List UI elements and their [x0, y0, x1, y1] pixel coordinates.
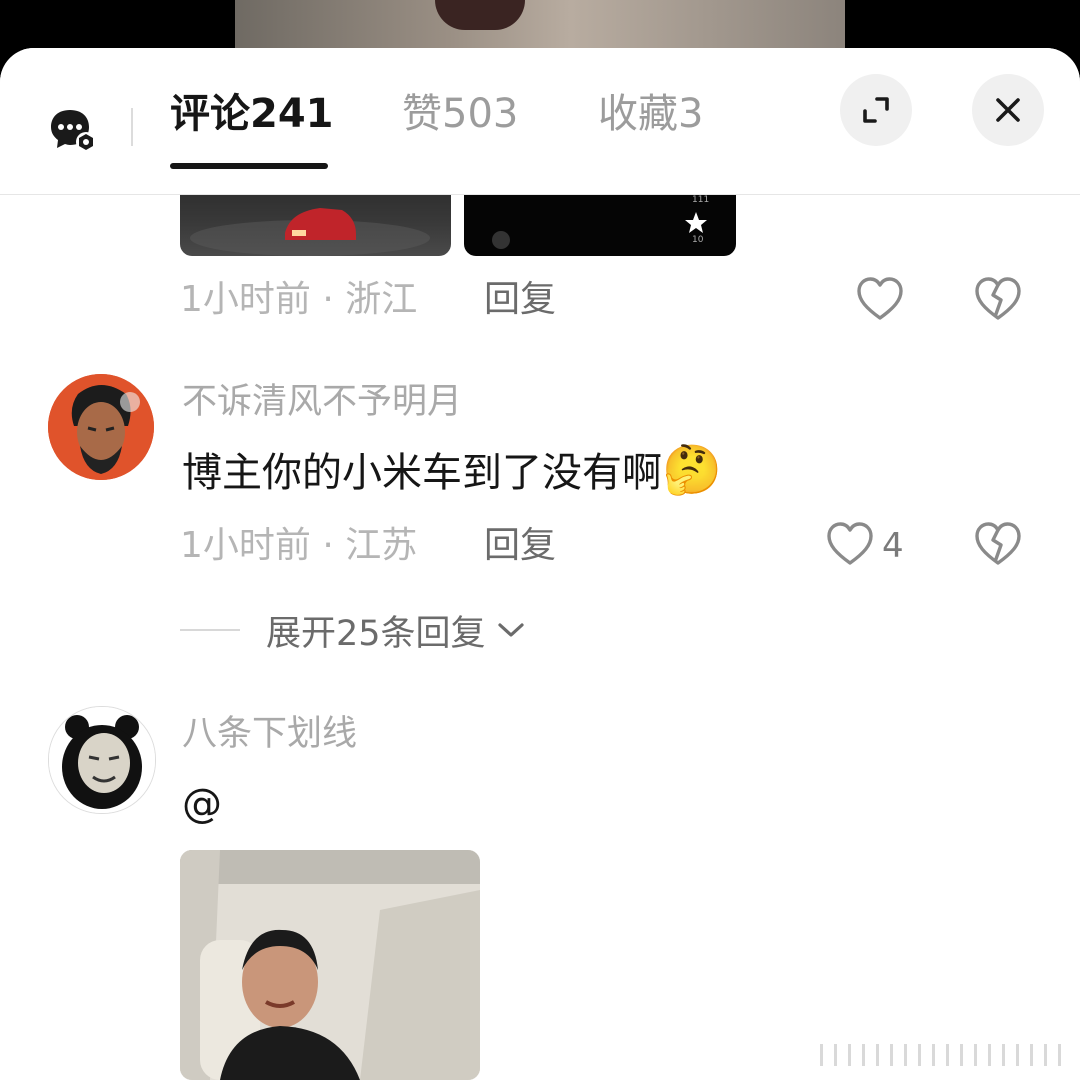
chevron-down-icon [497, 623, 524, 637]
expand-button[interactable] [840, 74, 912, 146]
broken-heart-icon [975, 277, 1021, 320]
expand-replies-label: 展开25条回复 [266, 613, 486, 654]
watermark-strip [820, 1044, 1070, 1066]
thinking-emoji-icon: 🤔 [662, 442, 722, 498]
reply-button[interactable]: 回复 [484, 524, 556, 568]
tab-likes[interactable]: 赞503 [402, 90, 518, 138]
comment-meta: 1小时前 · 江苏 [180, 525, 418, 566]
comments-sheet: 评论241 赞503 收藏3 111 10 1小时前 · 浙江 回复 不诉清风不… [0, 48, 1080, 1080]
tab-favorites[interactable]: 收藏3 [598, 90, 703, 138]
broken-heart-icon [975, 522, 1021, 565]
comment-meta: 1小时前 · 浙江 [180, 279, 418, 320]
heart-icon [827, 522, 873, 565]
expand-replies-button[interactable]: 展开25条回复 [180, 608, 526, 654]
expand-icon [863, 97, 889, 123]
like-button[interactable] [826, 521, 874, 571]
tab-comments[interactable]: 评论241 [170, 90, 334, 138]
like-button[interactable] [856, 276, 904, 326]
expand-divider [180, 629, 240, 631]
close-icon [996, 98, 1020, 122]
close-button[interactable] [972, 74, 1044, 146]
comment-body: 博主你的小米车到了没有啊 [182, 450, 662, 496]
reply-button[interactable]: 回复 [484, 278, 556, 322]
comment-text: 博主你的小米车到了没有啊🤔 [182, 444, 722, 499]
avatar[interactable] [48, 374, 154, 480]
avatar[interactable] [48, 706, 156, 814]
like-count: 4 [882, 526, 904, 566]
username[interactable]: 不诉清风不予明月 [182, 380, 462, 424]
svg-text:111: 111 [692, 195, 709, 205]
username[interactable]: 八条下划线 [182, 712, 357, 756]
dislike-button[interactable] [974, 521, 1022, 571]
header-divider [131, 108, 133, 146]
active-tab-indicator [170, 163, 328, 169]
comments-header: 评论241 赞503 收藏3 [0, 48, 1080, 195]
comment-image[interactable] [180, 850, 480, 1080]
dislike-button[interactable] [974, 276, 1022, 326]
heart-icon [857, 277, 903, 320]
comment-text: @ [182, 781, 222, 827]
comment-settings-icon[interactable] [48, 106, 100, 154]
svg-text:10: 10 [692, 235, 704, 245]
